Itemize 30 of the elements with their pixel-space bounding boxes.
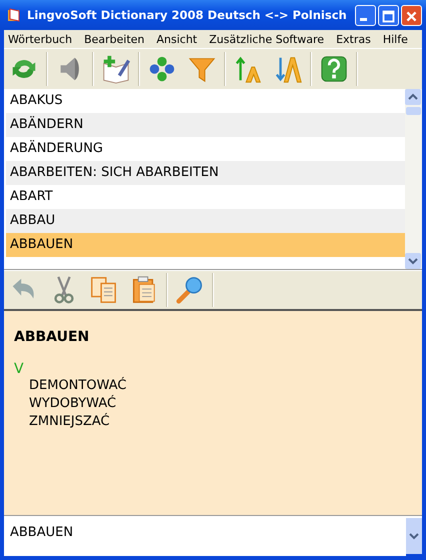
menu-item[interactable]: Zusätzliche Software bbox=[209, 32, 324, 46]
minimize-icon bbox=[360, 18, 367, 20]
scroll-down-icon[interactable] bbox=[405, 253, 421, 269]
menu-item[interactable]: Ansicht bbox=[156, 32, 198, 46]
word-list-item[interactable]: ABBAUEN bbox=[6, 233, 405, 257]
word-list-item[interactable]: ABAKUS bbox=[6, 89, 405, 113]
menu-item[interactable]: Hilfe bbox=[382, 32, 408, 46]
word-list-item[interactable]: ABBAU bbox=[6, 209, 405, 233]
minimize-button[interactable] bbox=[355, 4, 376, 26]
dropdown-icon[interactable] bbox=[406, 516, 422, 554]
maximize-button[interactable] bbox=[378, 4, 399, 26]
search-field[interactable]: ABBAUEN bbox=[4, 516, 406, 556]
menu-item[interactable]: Bearbeiten bbox=[84, 32, 144, 46]
book-icon bbox=[6, 7, 22, 23]
headword: ABBAUEN bbox=[14, 329, 90, 345]
translation: ZMNIEJSZAĆ bbox=[28, 413, 111, 431]
menu-item[interactable]: Extras bbox=[336, 32, 371, 46]
translation: DEMONTOWAĆ bbox=[28, 377, 128, 395]
window-title: LingvoSoft Dictionary 2008 Deutsch <-> Polnisch bbox=[27, 8, 348, 22]
word-list-item[interactable]: ABARBEITEN: SICH ABARBEITEN bbox=[6, 161, 405, 185]
translation: WYDOBYWAĆ bbox=[28, 395, 118, 413]
scroll-thumb[interactable] bbox=[406, 107, 421, 115]
menu-item[interactable]: Wörterbuch bbox=[8, 32, 72, 46]
scrollbar[interactable] bbox=[405, 89, 422, 269]
word-list-item[interactable]: ABÄNDERN bbox=[6, 113, 405, 137]
part-of-speech: V bbox=[14, 361, 25, 377]
scroll-up-icon[interactable] bbox=[405, 89, 421, 105]
close-button[interactable] bbox=[401, 4, 422, 26]
word-list-item[interactable]: ABÄNDERUNG bbox=[6, 137, 405, 161]
word-list-item[interactable]: ABART bbox=[6, 185, 405, 209]
